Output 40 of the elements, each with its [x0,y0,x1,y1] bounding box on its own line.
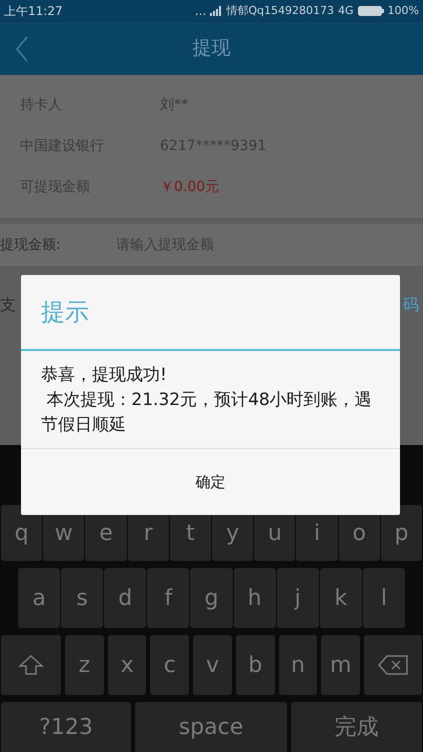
signal-icon [210,6,222,16]
keyboard-key[interactable]: z [65,635,104,695]
shift-icon [18,654,44,676]
keyboard-key[interactable]: l [362,568,405,628]
back-icon [15,36,29,62]
keyboard-key[interactable]: ?123 [1,702,131,752]
backspace-icon [377,654,410,676]
keyboard-key[interactable]: space [135,702,287,752]
dialog-message: 本次提现：21.32元，预计48小时到账，遇节假日顺延 [41,389,372,437]
dialog-message: 恭喜，提现成功! [41,364,168,387]
battery-percent: 100% [388,2,419,19]
keyboard-key[interactable]: d [104,568,146,628]
backspace-key[interactable] [364,635,422,695]
keyboard-key[interactable]: m [321,635,360,695]
keyboard-key[interactable]: n [278,635,318,695]
carrier-name: 情郁Qq1549280173 [226,2,334,19]
battery-icon [358,6,384,16]
keyboard-key[interactable]: s [61,568,104,628]
page-title: 提现 [192,36,230,62]
info-value: ￥0.00元 [160,178,220,197]
status-dots: ... [194,3,206,20]
keyboard-key[interactable]: f [147,568,190,628]
keyboard-key[interactable]: j [276,568,319,628]
keyboard-key[interactable]: q [1,505,42,561]
keyboard-key[interactable]: h [234,568,276,628]
keyboard-key[interactable]: 完成 [291,702,422,752]
keyboard-key[interactable]: p [380,505,422,561]
keyboard-key[interactable]: a [18,568,60,628]
status-time: 上午11:27 [4,3,63,20]
amount-label: 提现金额: [0,224,116,266]
keyboard-key[interactable]: c [150,635,190,695]
dialog-title: 提示 [41,297,89,328]
pay-link[interactable]: 码 [403,293,423,317]
keyboard-key[interactable]: k [320,568,362,628]
keyboard-key[interactable]: v [193,635,232,695]
keyboard-key[interactable]: b [236,635,275,695]
shift-key[interactable] [1,635,61,695]
keyboard-key[interactable]: g [190,568,233,628]
network-type: 4G [338,2,354,19]
keyboard-key[interactable]: x [108,635,146,695]
